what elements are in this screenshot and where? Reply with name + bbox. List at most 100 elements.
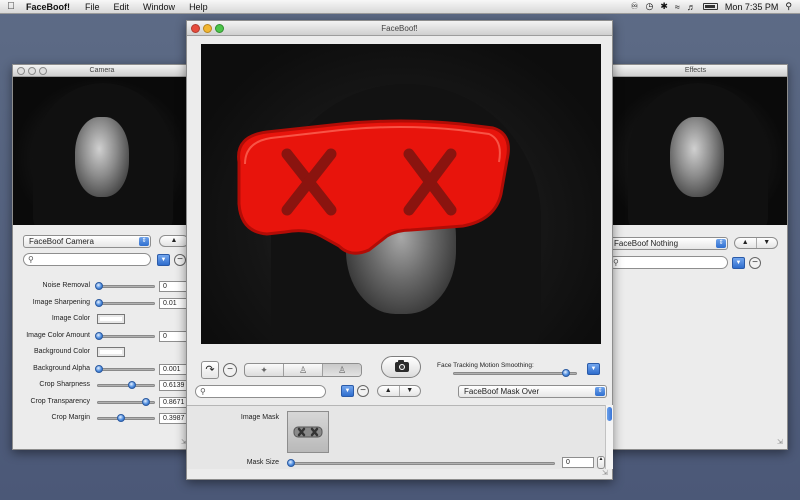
camera-param-knob[interactable] — [95, 298, 103, 307]
arrow-up-icon[interactable]: ▲ — [598, 457, 604, 468]
camera-param-label: Image Color Amount — [26, 331, 90, 339]
camera-param-value-field[interactable]: 0.6139 — [159, 380, 189, 391]
camera-order-stepper[interactable]: ▲ — [159, 235, 189, 247]
mode-segmented-control[interactable]: ✦ ♙ ♙ — [244, 363, 362, 377]
search-icon: ⚲ — [28, 255, 34, 264]
main-search-menu-button[interactable]: ▼ — [341, 385, 354, 397]
camera-param-label: Background Alpha — [33, 364, 90, 372]
camera-param-knob[interactable] — [95, 331, 103, 340]
arrow-up-icon[interactable]: ▲ — [160, 236, 188, 246]
effects-remove-button[interactable]: − — [749, 257, 761, 269]
camera-param-knob[interactable] — [95, 364, 103, 373]
camera-param-value-field[interactable]: 0.3987 — [159, 413, 189, 424]
effects-window: Effects FaceBoof Nothing ⇕ ▲ ▼ ⚲ ▼ − ⇲ — [603, 64, 788, 450]
tracking-menu-button[interactable]: ▼ — [587, 363, 600, 375]
camera-param-knob[interactable] — [116, 414, 125, 422]
camera-param-row: Crop Transparency 0.8671 — [13, 396, 191, 410]
camera-param-label: Crop Transparency — [30, 397, 90, 405]
tracking-smoothing-knob[interactable] — [561, 369, 570, 377]
mask-size-slider[interactable] — [289, 462, 555, 465]
camera-param-knob[interactable] — [127, 381, 136, 389]
time-machine-icon[interactable]: ◷ — [646, 1, 654, 12]
spotlight-icon[interactable]: ⚲ — [785, 1, 792, 12]
mask-size-knob[interactable] — [287, 459, 295, 467]
mask-size-field[interactable]: 0 — [562, 457, 594, 468]
bluetooth-icon[interactable]: ✱ — [660, 1, 668, 12]
wifi-icon[interactable]: ≈ — [675, 2, 680, 12]
camera-param-value-field[interactable]: 0 — [159, 281, 189, 292]
volume-icon[interactable]: ♬ — [687, 2, 696, 12]
close-button[interactable] — [17, 67, 25, 75]
minimize-button[interactable] — [203, 24, 212, 33]
menu-help[interactable]: Help — [182, 2, 215, 12]
camera-param-row: Background Alpha 0.001 — [13, 363, 191, 377]
camera-param-slider[interactable] — [97, 417, 155, 420]
camera-titlebar: Camera — [13, 65, 191, 77]
panel-scrollbar[interactable] — [605, 405, 613, 469]
camera-param-value-field[interactable]: 0.01 — [159, 297, 189, 309]
mode-stamp-icon[interactable]: ♙ — [283, 364, 322, 376]
red-mask-shape — [237, 119, 510, 255]
menu-edit[interactable]: Edit — [107, 2, 137, 12]
chevron-updown-icon: ⇕ — [595, 387, 605, 396]
camera-param-color-well[interactable] — [97, 314, 125, 324]
mode-pointer-icon[interactable]: ✦ — [245, 364, 283, 376]
snapshot-button[interactable] — [381, 356, 421, 378]
camera-param-color-well[interactable] — [97, 347, 125, 357]
menu-file[interactable]: File — [78, 2, 107, 12]
camera-param-row: Image Sharpening 0.01 — [13, 297, 191, 311]
camera-param-slider[interactable] — [97, 301, 155, 305]
effects-search-input[interactable]: ⚲ — [608, 256, 728, 269]
camera-param-value-field[interactable]: 0.8671 — [159, 396, 189, 408]
effects-select[interactable]: FaceBoof Nothing ⇕ — [608, 237, 728, 250]
effects-order-stepper[interactable]: ▲ ▼ — [734, 237, 778, 249]
camera-search-menu-button[interactable]: ▼ — [157, 254, 170, 266]
rotate-button[interactable]: ↷ — [201, 361, 219, 379]
main-order-stepper[interactable]: ▲ ▼ — [377, 385, 421, 397]
main-effect-select[interactable]: FaceBoof Mask Over ⇕ — [458, 385, 607, 398]
creative-cloud-icon[interactable]: ♾ — [630, 1, 638, 12]
app-menu[interactable]: FaceBoof! — [22, 2, 78, 12]
camera-search-input[interactable]: ⚲ — [23, 253, 151, 266]
camera-preview — [13, 77, 191, 225]
camera-param-row: Crop Sharpness 0.6139 — [13, 379, 191, 393]
resize-grip-icon[interactable]: ⇲ — [602, 470, 610, 478]
zoom-button[interactable] — [215, 24, 224, 33]
mask-size-stepper[interactable]: ▲ — [597, 456, 605, 469]
camera-window-title: Camera — [89, 67, 115, 74]
camera-param-slider[interactable] — [97, 384, 155, 387]
arrow-down-icon[interactable]: ▼ — [398, 386, 421, 396]
battery-icon[interactable] — [702, 3, 718, 10]
arrow-down-icon[interactable]: ▼ — [755, 238, 778, 248]
camera-param-slider[interactable] — [97, 367, 155, 371]
resize-grip-icon[interactable]: ⇲ — [777, 439, 785, 447]
image-mask-well[interactable] — [287, 411, 329, 453]
arrow-up-icon[interactable]: ▲ — [378, 386, 399, 396]
main-search-input[interactable]: ⚲ — [195, 385, 326, 398]
camera-source-select[interactable]: FaceBoof Camera ⇕ — [23, 235, 151, 248]
camera-param-slider[interactable] — [97, 334, 155, 338]
camera-param-row: Background Color — [13, 346, 191, 360]
camera-param-value-field[interactable]: 0 — [159, 330, 189, 342]
minimize-button[interactable] — [28, 67, 36, 75]
main-remove-effect-button[interactable]: − — [357, 385, 369, 397]
main-remove-button[interactable]: − — [223, 363, 237, 377]
menubar-clock[interactable]: Mon 7:35 PM — [725, 2, 779, 12]
close-button[interactable] — [191, 24, 200, 33]
chevron-updown-icon: ⇕ — [139, 237, 149, 246]
camera-param-value-field[interactable]: 0.001 — [159, 363, 189, 375]
camera-param-knob[interactable] — [95, 282, 103, 290]
camera-param-knob[interactable] — [141, 397, 150, 406]
effects-search-menu-button[interactable]: ▼ — [732, 257, 745, 269]
camera-param-slider[interactable] — [97, 285, 155, 288]
zoom-button[interactable] — [39, 67, 47, 75]
arrow-up-icon[interactable]: ▲ — [735, 238, 756, 248]
camera-remove-button[interactable]: − — [174, 254, 186, 266]
main-window: FaceBoof! ↷ − ✦ ♙ ♙ Face Tracking Motion — [186, 20, 613, 480]
panel-scroll-thumb[interactable] — [607, 407, 612, 421]
tracking-smoothing-slider[interactable] — [453, 372, 577, 375]
apple-icon[interactable]:  — [0, 1, 22, 12]
mode-stamp-active-icon[interactable]: ♙ — [322, 364, 361, 376]
menu-window[interactable]: Window — [136, 2, 182, 12]
menu-bar:  FaceBoof! File Edit Window Help ♾ ◷ ✱ … — [0, 0, 800, 14]
